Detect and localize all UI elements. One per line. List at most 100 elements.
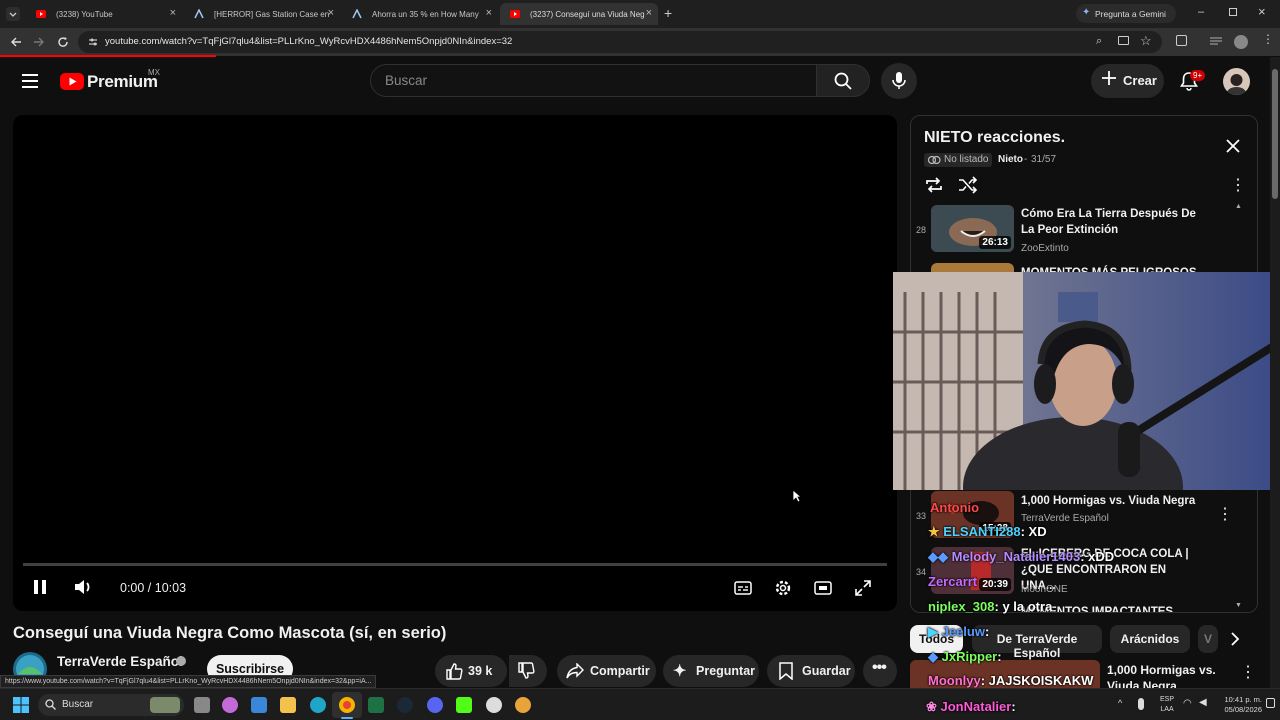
steam-icon[interactable] <box>397 697 413 713</box>
app-icon[interactable] <box>515 697 531 713</box>
link-icon <box>928 156 941 164</box>
ask-button[interactable]: ✦ Preguntar <box>663 655 759 687</box>
settings-gear-icon[interactable] <box>774 579 792 597</box>
video-player[interactable]: 0:00 / 10:03 <box>13 115 897 611</box>
wifi-icon[interactable]: ◠ <box>1183 698 1192 709</box>
tab-current-video[interactable]: (3237) Conseguí una Viuda Neg × <box>500 3 658 25</box>
store-icon[interactable] <box>251 697 267 713</box>
excel-icon[interactable] <box>368 697 384 713</box>
dislike-button[interactable] <box>509 655 547 687</box>
search-input[interactable]: Buscar <box>370 64 817 97</box>
pause-button[interactable] <box>33 579 47 595</box>
playlist-title[interactable]: NIETO reacciones. <box>924 129 1065 147</box>
hamburger-menu-icon[interactable] <box>22 74 38 88</box>
minimize-icon[interactable]: – <box>1198 6 1204 18</box>
theater-mode-icon[interactable] <box>814 581 832 595</box>
cast-icon[interactable] <box>1118 36 1129 45</box>
channel-name[interactable]: TerraVerde Español <box>57 654 183 669</box>
lang-layout: LAA <box>1160 706 1174 713</box>
gemini-label: Pregunta a Gemini <box>1095 9 1166 19</box>
clock[interactable]: 10:41 p. m. 05/08/2026 <box>1222 695 1262 715</box>
language-indicator[interactable]: ESP LAA <box>1160 695 1174 715</box>
more-actions-button[interactable]: ••• <box>863 655 897 687</box>
time-display: 0:00 / 10:03 <box>120 581 187 595</box>
edge-icon[interactable] <box>310 697 326 713</box>
share-arrow-icon <box>566 663 584 679</box>
close-icon[interactable]: × <box>486 7 492 19</box>
youtube-logo[interactable]: Premium MX <box>60 68 170 94</box>
back-arrow-icon[interactable] <box>9 35 23 49</box>
loop-icon[interactable] <box>924 176 944 194</box>
site-info-icon[interactable] <box>87 36 99 48</box>
playlist-item[interactable]: 28 26:13 Cómo Era La Tierra Después De L… <box>911 204 1251 258</box>
profile-avatar[interactable] <box>1234 35 1248 49</box>
zoom-icon[interactable]: ⌕ <box>1096 35 1102 48</box>
shuffle-icon[interactable] <box>958 176 978 194</box>
youtube-icon <box>510 9 520 19</box>
speaker-icon[interactable]: ◀ <box>1199 697 1207 708</box>
subtitles-icon[interactable] <box>734 581 752 595</box>
close-icon[interactable] <box>1226 139 1240 153</box>
reading-list-icon[interactable] <box>1210 36 1222 46</box>
item-channel: MoonONE <box>1021 584 1068 595</box>
github-icon[interactable] <box>486 697 502 713</box>
fullscreen-icon[interactable] <box>855 580 871 596</box>
forward-arrow-icon[interactable] <box>32 35 46 49</box>
close-icon[interactable]: × <box>646 7 652 19</box>
tab-list-icon[interactable] <box>6 7 20 21</box>
search-icon <box>834 72 852 90</box>
file-explorer-icon[interactable] <box>280 697 296 713</box>
browser-menu-icon[interactable]: ⋮ <box>1262 32 1274 46</box>
search-button[interactable] <box>817 64 870 97</box>
thumbs-up-icon <box>445 662 463 680</box>
voice-search-button[interactable] <box>881 63 917 99</box>
chat-text: : y la otra <box>994 599 1053 614</box>
bookmark-star-icon[interactable]: ☆ <box>1140 33 1152 49</box>
playlist-menu-icon[interactable]: ⋮ <box>1230 175 1246 195</box>
tray-chevron-icon[interactable]: ^ <box>1118 698 1122 708</box>
chrome-icon[interactable] <box>339 697 355 713</box>
progress-bar[interactable] <box>23 563 887 566</box>
chat-message: ★ ELSANTI288: XD <box>928 524 1047 540</box>
restore-icon[interactable] <box>1229 8 1237 16</box>
taskbar-search[interactable]: Buscar <box>38 694 184 716</box>
task-view-icon[interactable] <box>194 697 210 713</box>
create-button[interactable]: Crear <box>1091 64 1164 98</box>
chip-arachnids[interactable]: Arácnidos <box>1110 625 1190 653</box>
new-tab-icon[interactable]: + <box>664 5 672 21</box>
page-scrollbar[interactable] <box>1270 57 1280 688</box>
tab-how-many[interactable]: Ahorra un 35 % en How Many × <box>342 3 498 25</box>
share-button[interactable]: Compartir <box>557 655 656 687</box>
chip-more[interactable]: V <box>1198 625 1218 653</box>
badge-icon: ◆◆ <box>928 549 952 564</box>
save-button[interactable]: Guardar <box>767 655 855 687</box>
related-menu-icon[interactable]: ⋮ <box>1240 662 1256 682</box>
steam-icon <box>352 9 362 19</box>
copilot-icon[interactable] <box>222 697 238 713</box>
account-avatar[interactable] <box>1223 68 1250 95</box>
scrollbar-thumb[interactable] <box>1272 69 1278 199</box>
address-bar[interactable]: youtube.com/watch?v=TqFjGl7qlu4&list=PLL… <box>78 31 1162 53</box>
like-button[interactable]: 39 k <box>435 655 507 687</box>
tab-youtube-home[interactable]: (3238) YouTube × <box>26 3 182 25</box>
extensions-icon[interactable] <box>1176 35 1187 46</box>
microphone-icon[interactable] <box>1138 698 1144 710</box>
clock-time: 10:41 p. m. <box>1224 695 1262 704</box>
window-close-icon[interactable]: × <box>1258 4 1266 19</box>
chat-username: JonNatalier <box>940 699 1012 714</box>
item-menu-icon[interactable]: ⋮ <box>1217 504 1233 524</box>
gemini-button[interactable]: ✦ Pregunta a Gemini <box>1076 4 1176 23</box>
kick-icon[interactable] <box>456 697 472 713</box>
reload-icon[interactable] <box>56 35 70 49</box>
discord-icon[interactable] <box>427 697 443 713</box>
volume-icon[interactable] <box>74 579 94 595</box>
close-icon[interactable]: × <box>170 7 176 19</box>
playlist-owner[interactable]: Nieto <box>998 154 1023 165</box>
chevron-right-icon[interactable] <box>1230 632 1240 646</box>
tab-herror[interactable]: [HERROR] Gas Station Case en × <box>184 3 340 25</box>
notification-center-icon[interactable] <box>1266 698 1275 708</box>
close-icon[interactable]: × <box>328 7 334 19</box>
url-text[interactable]: youtube.com/watch?v=TqFjGl7qlu4&list=PLL… <box>105 36 512 47</box>
scroll-down-arrow-icon[interactable]: ▼ <box>1235 602 1242 609</box>
windows-start-icon[interactable] <box>13 697 29 713</box>
